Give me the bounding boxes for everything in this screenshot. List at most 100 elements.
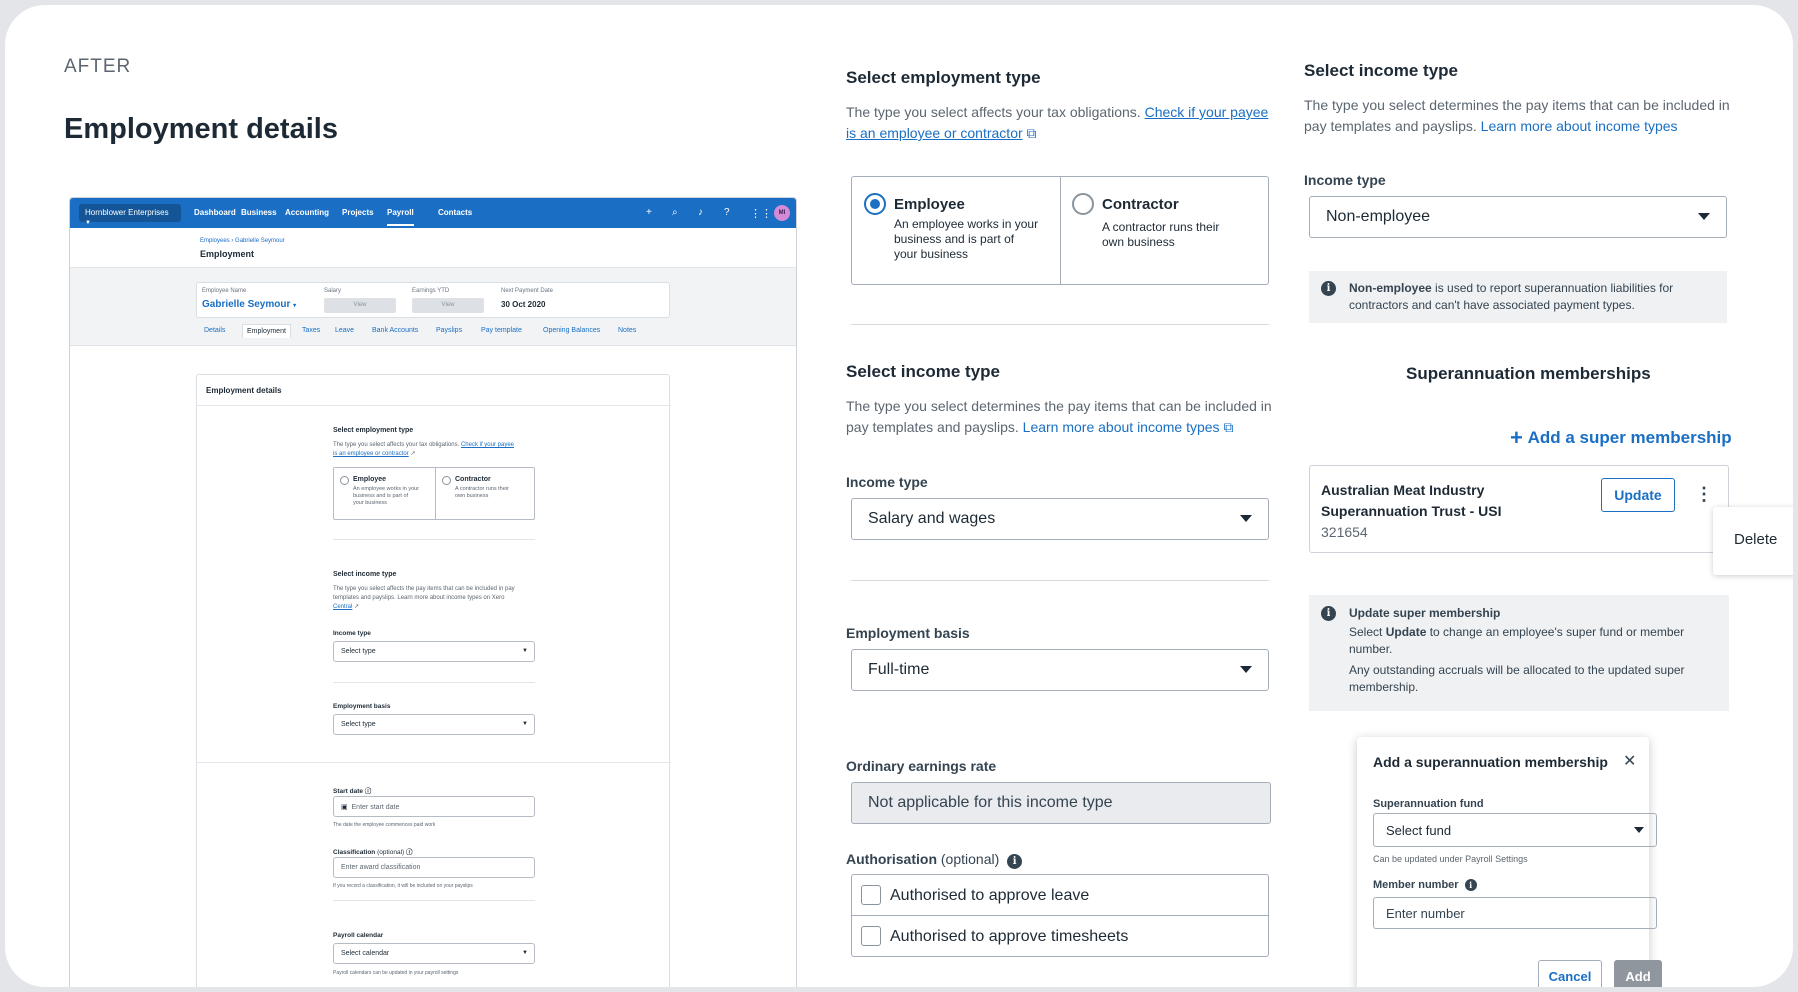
- nav-dashboard[interactable]: Dashboard: [194, 208, 236, 217]
- mini-income-heading: Select income type: [333, 571, 397, 578]
- help-icon[interactable]: ?: [724, 207, 730, 218]
- breadcrumb: Employees › Gabrielle Seymour: [200, 238, 285, 244]
- mini-contractor-label: Contractor: [455, 476, 491, 483]
- income-type-select[interactable]: Salary and wages: [851, 498, 1269, 540]
- caret-down-icon: ▼: [522, 950, 528, 956]
- mini-start-date-input[interactable]: ▣ Enter start date: [333, 796, 535, 817]
- page-header: Employees › Gabrielle Seymour Employment: [70, 228, 796, 268]
- mini-income-select[interactable]: Select type ▼: [333, 641, 535, 662]
- tab-notes[interactable]: Notes: [618, 327, 636, 334]
- member-number-input[interactable]: Enter number: [1373, 897, 1657, 929]
- fund-label: Superannuation fund: [1373, 798, 1484, 810]
- mini-check-payee-link[interactable]: Check if your payee: [461, 442, 514, 448]
- bell-icon[interactable]: ♪: [698, 207, 703, 218]
- update-notice-title: Update super membership: [1349, 606, 1501, 620]
- delete-menu-item[interactable]: Delete: [1713, 507, 1793, 575]
- plus-icon[interactable]: +: [646, 207, 652, 218]
- mini-classification-input[interactable]: Enter award classification: [333, 857, 535, 878]
- mini-basis-select[interactable]: Select type ▼: [333, 714, 535, 735]
- tab-bank-accounts[interactable]: Bank Accounts: [372, 327, 418, 334]
- fund-select[interactable]: Select fund: [1373, 813, 1657, 847]
- mini-contractor-radio[interactable]: [442, 476, 451, 485]
- ordinary-earnings-label: Ordinary earnings rate: [846, 758, 997, 774]
- authorisation-group: Authorised to approve leave Authorised t…: [851, 874, 1269, 957]
- presentation-frame: AFTER Employment details Hornblower Ente…: [5, 5, 1793, 987]
- breadcrumb-employee[interactable]: Gabrielle Seymour: [235, 238, 285, 244]
- tab-opening-balances[interactable]: Opening Balances: [543, 327, 600, 334]
- member-number-label: Member number i: [1373, 879, 1477, 891]
- employment-basis-label: Employment basis: [846, 625, 970, 641]
- nav-accounting[interactable]: Accounting: [285, 208, 329, 217]
- contractor-radio[interactable]: [1072, 193, 1094, 215]
- nav-contacts[interactable]: Contacts: [438, 208, 472, 217]
- check-payee-link[interactable]: Check if your payee: [1145, 104, 1269, 120]
- breadcrumb-employees[interactable]: Employees: [200, 238, 230, 244]
- cancel-button[interactable]: Cancel: [1538, 960, 1602, 987]
- tab-leave[interactable]: Leave: [335, 327, 354, 334]
- plus-icon: +: [1510, 425, 1523, 450]
- update-button[interactable]: Update: [1601, 478, 1675, 512]
- salary-label: Salary: [324, 288, 342, 294]
- nav-payroll[interactable]: Payroll: [387, 208, 414, 226]
- modal-title: Add a superannuation membership: [1373, 754, 1608, 770]
- more-options-icon[interactable]: ⋮: [1695, 484, 1713, 505]
- mini-employee-radio[interactable]: [340, 476, 349, 485]
- apps-icon[interactable]: ⋮⋮: [750, 207, 772, 220]
- super-fund-name: Australian Meat Industry Superannuation T…: [1321, 482, 1502, 519]
- org-switcher[interactable]: Hornblower Enterprises ▼: [79, 204, 181, 226]
- super-heading: Superannuation memberships: [1406, 364, 1651, 383]
- mini-employee-contractor-link[interactable]: is an employee or contractor: [333, 451, 409, 457]
- nav-projects[interactable]: Projects: [342, 208, 374, 217]
- close-icon[interactable]: ✕: [1623, 751, 1636, 771]
- employee-contractor-link[interactable]: is an employee or contractor: [846, 125, 1023, 141]
- employee-option-desc: An employee works in your business and is…: [894, 217, 1039, 261]
- mini-income-label: Income type: [333, 630, 371, 637]
- caret-down-icon: ▼: [522, 648, 528, 654]
- caret-down-icon: ▼: [522, 721, 528, 727]
- approve-timesheets-checkbox[interactable]: [861, 926, 881, 946]
- nav-business[interactable]: Business: [241, 208, 277, 217]
- avatar[interactable]: MI: [774, 205, 790, 221]
- tab-details[interactable]: Details: [204, 327, 225, 334]
- employee-option-label: Employee: [894, 196, 965, 213]
- super-member-number: 321654: [1321, 524, 1368, 540]
- right-income-types-link[interactable]: Learn more about income types: [1481, 118, 1678, 134]
- income-type-label: Income type: [846, 474, 928, 490]
- employment-details-card: Employment details Select employment typ…: [196, 374, 671, 987]
- caret-down-icon: ▼: [85, 220, 91, 226]
- earnings-view-button[interactable]: View: [412, 298, 484, 313]
- right-income-type-select[interactable]: Non-employee: [1309, 196, 1727, 238]
- search-icon[interactable]: ⌕: [672, 207, 678, 218]
- tab-pay-template[interactable]: Pay template: [481, 327, 522, 334]
- employment-basis-select[interactable]: Full-time: [851, 649, 1269, 691]
- mini-payroll-select[interactable]: Select calendar ▼: [333, 943, 535, 964]
- add-super-modal: Add a superannuation membership ✕ Supera…: [1357, 737, 1662, 987]
- tab-employment[interactable]: Employment: [242, 324, 291, 338]
- after-label: AFTER: [64, 56, 132, 77]
- employee-name-label: Employee Name: [202, 288, 247, 294]
- employment-type-radio-group: Employee An employee works in your busine…: [851, 176, 1269, 285]
- tab-taxes[interactable]: Taxes: [302, 327, 320, 334]
- mini-employee-label: Employee: [353, 476, 387, 483]
- employee-name-dropdown[interactable]: Gabrielle Seymour ▾: [202, 299, 296, 310]
- add-button[interactable]: Add: [1614, 960, 1662, 987]
- update-notice-line2: Any outstanding accruals will be allocat…: [1349, 663, 1685, 694]
- mini-start-date-label: Start date ⓘ: [333, 788, 372, 795]
- approve-leave-checkbox[interactable]: [861, 885, 881, 905]
- info-icon: i: [1321, 606, 1336, 621]
- salary-view-button[interactable]: View: [324, 298, 396, 313]
- mini-start-date-hint: The date the employee commences paid wor…: [333, 822, 436, 828]
- employee-radio[interactable]: [864, 193, 886, 215]
- mini-payroll-hint: Payroll calendars can be updated in your…: [333, 970, 459, 976]
- summary-area: Employee Name Gabrielle Seymour ▾ Salary…: [70, 268, 796, 346]
- page-title: Employment details: [64, 113, 338, 145]
- approve-leave-label: Authorised to approve leave: [890, 887, 1090, 904]
- next-payment-label: Next Payment Date: [501, 288, 554, 294]
- tab-payslips[interactable]: Payslips: [436, 327, 462, 334]
- income-heading: Select income type: [846, 362, 1001, 381]
- external-link-icon: ⧉: [1223, 419, 1234, 435]
- super-membership-item: Australian Meat Industry Superannuation T…: [1309, 465, 1729, 553]
- income-types-link[interactable]: Learn more about income types: [1023, 419, 1220, 435]
- mini-contractor-desc: A contractor runs their own business: [455, 486, 509, 499]
- add-super-button[interactable]: + Add a super membership: [1510, 425, 1732, 451]
